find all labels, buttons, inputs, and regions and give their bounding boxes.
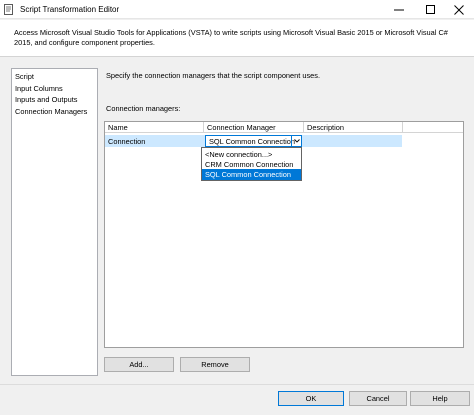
maximize-button[interactable] bbox=[416, 0, 446, 19]
script-app-icon bbox=[4, 4, 14, 15]
page-navigation-list: Script Input Columns Inputs and Outputs … bbox=[11, 68, 98, 376]
table-row[interactable]: Connection SQL Common Connection bbox=[105, 135, 402, 147]
window-title: Script Transformation Editor bbox=[20, 5, 120, 14]
row-name-cell[interactable]: Connection bbox=[108, 137, 145, 146]
connection-manager-dropdown-list: <New connection...> CRM Common Connectio… bbox=[201, 147, 302, 181]
minimize-button[interactable] bbox=[384, 0, 414, 19]
ok-button[interactable]: OK bbox=[278, 391, 344, 406]
connection-managers-label: Connection managers: bbox=[106, 104, 181, 113]
close-button[interactable] bbox=[444, 0, 474, 19]
column-separator bbox=[402, 122, 403, 133]
remove-button[interactable]: Remove bbox=[180, 357, 250, 372]
header-panel: Access Microsoft Visual Studio Tools for… bbox=[0, 20, 474, 57]
column-header-description[interactable]: Description bbox=[307, 123, 344, 132]
nav-item-input-columns[interactable]: Input Columns bbox=[12, 83, 97, 95]
add-button[interactable]: Add... bbox=[104, 357, 174, 372]
combobox-dropdown-button[interactable] bbox=[291, 136, 301, 146]
maximize-icon bbox=[426, 4, 435, 14]
grid-header: Name Connection Manager Description bbox=[105, 122, 463, 133]
chevron-down-icon bbox=[293, 139, 300, 143]
combobox-selected-value: SQL Common Connection bbox=[209, 137, 295, 146]
intro-text: Specify the connection managers that the… bbox=[106, 71, 321, 80]
column-separator bbox=[303, 122, 304, 133]
column-separator bbox=[203, 122, 204, 133]
minimize-icon bbox=[394, 9, 404, 10]
nav-item-connection-managers[interactable]: Connection Managers bbox=[12, 106, 97, 118]
nav-item-script[interactable]: Script bbox=[12, 71, 97, 83]
cancel-button[interactable]: Cancel bbox=[349, 391, 407, 406]
help-button[interactable]: Help bbox=[410, 391, 470, 406]
close-icon bbox=[454, 4, 464, 15]
title-bar: Script Transformation Editor bbox=[0, 0, 474, 19]
connection-manager-combobox[interactable]: SQL Common Connection bbox=[205, 135, 302, 147]
column-header-name[interactable]: Name bbox=[108, 123, 128, 132]
nav-item-inputs-and-outputs[interactable]: Inputs and Outputs bbox=[12, 94, 97, 106]
column-header-connection-manager[interactable]: Connection Manager bbox=[207, 123, 276, 132]
header-description: Access Microsoft Visual Studio Tools for… bbox=[14, 28, 448, 47]
dropdown-option-sql-common-connection[interactable]: SQL Common Connection bbox=[202, 169, 301, 180]
